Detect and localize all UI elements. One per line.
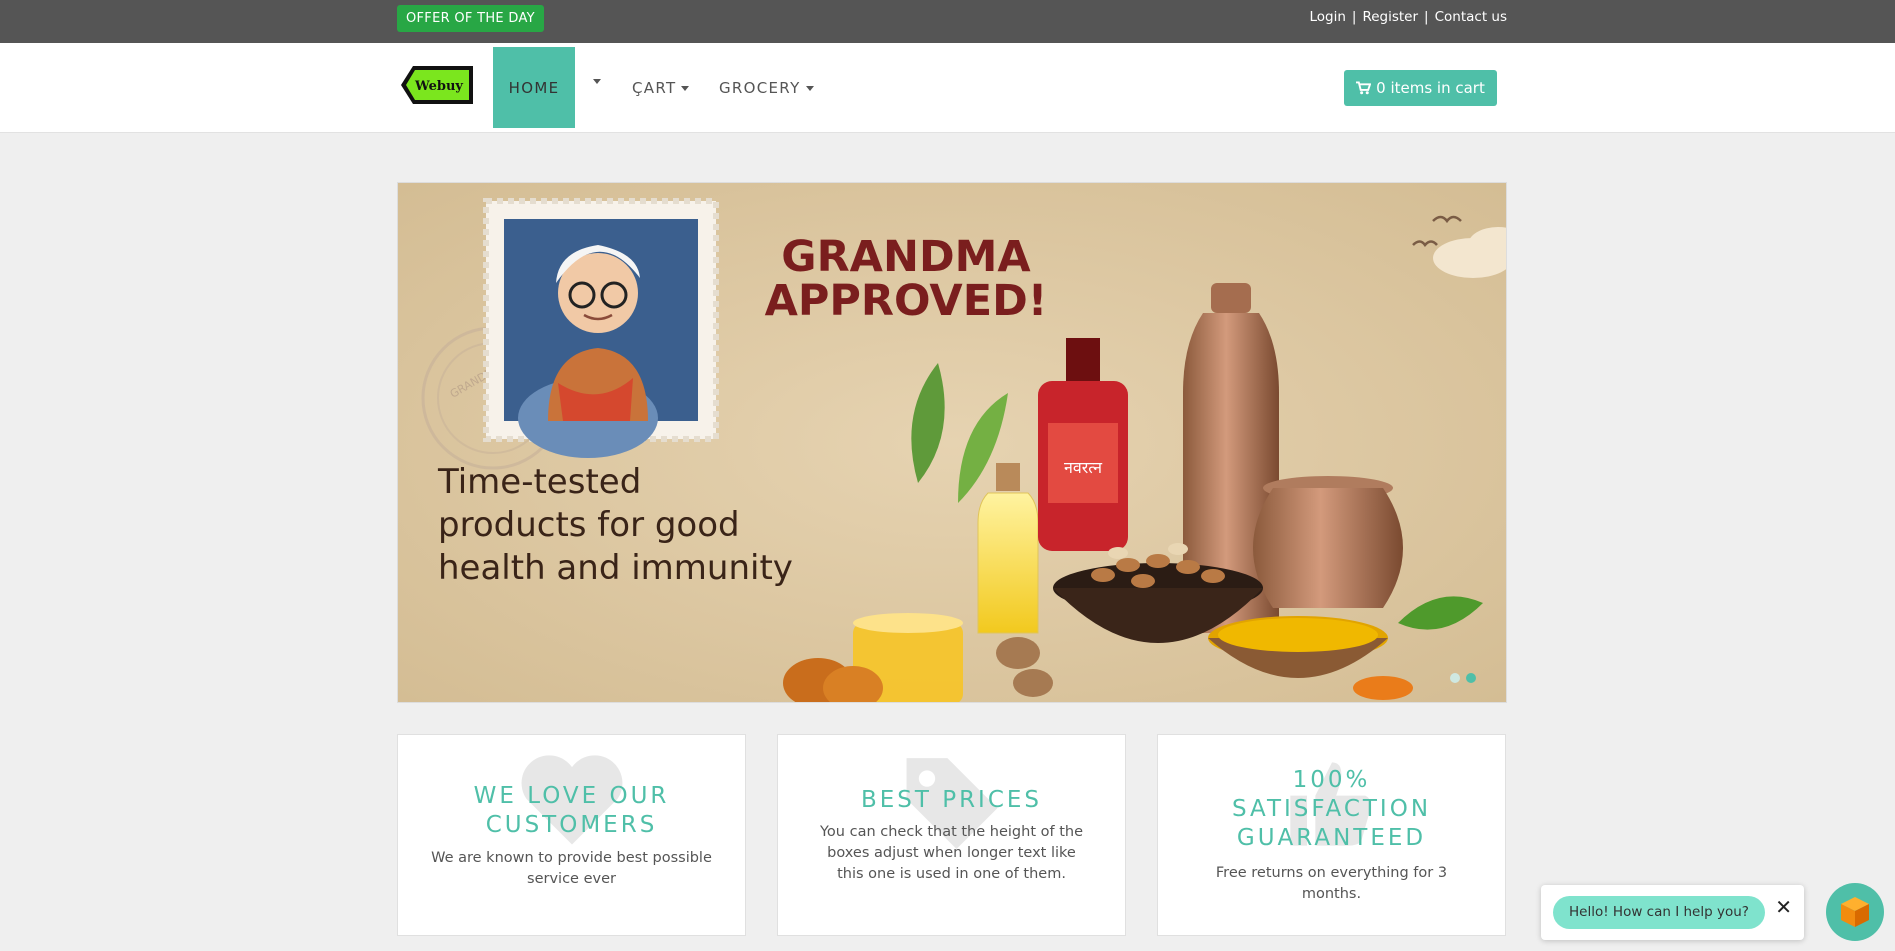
grandma-approved-banner: GRANDMA APPROVED GRANDMA APPROVED! Time-… <box>398 183 1506 702</box>
cube-icon <box>1841 897 1869 927</box>
login-link[interactable]: Login <box>1309 9 1345 25</box>
webuy-logo[interactable]: Webuy <box>399 62 477 108</box>
nav-cart-label: ÇART <box>632 79 677 97</box>
feature-text: You can check that the height of the box… <box>820 824 1083 882</box>
nav-blank-dropdown[interactable] <box>593 79 601 84</box>
top-bar: OFFER OF THE DAY Login | Register | Cont… <box>0 0 1895 43</box>
navbar: Webuy HOME ÇART GROCERY 0 items in cart <box>0 43 1895 133</box>
bottle-label: नवरत्न <box>1064 458 1103 477</box>
cart-button[interactable]: 0 items in cart <box>1344 70 1497 106</box>
chat-greeting[interactable]: Hello! How can I help you? <box>1553 896 1765 929</box>
feature-title: BEST PRICES <box>860 787 1043 813</box>
nav-grocery-label: GROCERY <box>719 79 801 97</box>
contact-link[interactable]: Contact us <box>1435 9 1507 25</box>
offer-of-the-day-button[interactable]: OFFER OF THE DAY <box>397 5 544 32</box>
cart-button-label: 0 items in cart <box>1376 79 1485 97</box>
carousel-indicators <box>1450 673 1476 683</box>
chevron-down-icon <box>805 85 814 91</box>
shopping-cart-icon <box>1356 81 1372 95</box>
hero-carousel[interactable]: GRANDMA APPROVED GRANDMA APPROVED! Time-… <box>397 182 1507 703</box>
close-icon[interactable]: ✕ <box>1775 897 1792 917</box>
separator: | <box>1424 9 1429 25</box>
chat-bubble: Hello! How can I help you? ✕ <box>1541 885 1804 940</box>
banner-headline-2: APPROVED! <box>765 276 1048 326</box>
nav-grocery-dropdown[interactable]: GROCERY <box>719 79 814 97</box>
feature-text: We are known to provide best possible se… <box>431 850 712 887</box>
feature-box-prices: BEST PRICES You can check that the heigh… <box>777 734 1126 936</box>
banner-tagline-2: products for good <box>438 505 740 545</box>
register-link[interactable]: Register <box>1362 9 1418 25</box>
chevron-down-icon <box>593 79 601 84</box>
nav-cart-dropdown[interactable]: ÇART <box>632 79 690 97</box>
feature-text: Free returns on everything for 3 months. <box>1215 865 1448 902</box>
banner-tagline-3: health and immunity <box>438 548 793 588</box>
carousel-dot-2[interactable] <box>1466 673 1476 683</box>
logo-text: Webuy <box>414 79 463 94</box>
separator: | <box>1351 9 1357 25</box>
banner-headline-1: GRANDMA <box>781 232 1031 282</box>
feature-title: WE LOVE OUR CUSTOMERS <box>473 783 670 838</box>
top-links: Login | Register | Contact us <box>1309 9 1507 25</box>
chevron-down-icon <box>681 85 690 91</box>
carousel-dot-1[interactable] <box>1450 673 1460 683</box>
feature-box-customers: WE LOVE OUR CUSTOMERS We are known to pro… <box>397 734 746 936</box>
banner-tagline-1: Time-tested <box>437 462 641 502</box>
feature-box-satisfaction: 100% SATISFACTION GUARANTEED Free returns … <box>1157 734 1506 936</box>
nav-home[interactable]: HOME <box>493 47 575 128</box>
chat-launcher-button[interactable] <box>1826 883 1884 941</box>
feature-title: 100% SATISFACTION GUARANTEED <box>1231 767 1432 851</box>
